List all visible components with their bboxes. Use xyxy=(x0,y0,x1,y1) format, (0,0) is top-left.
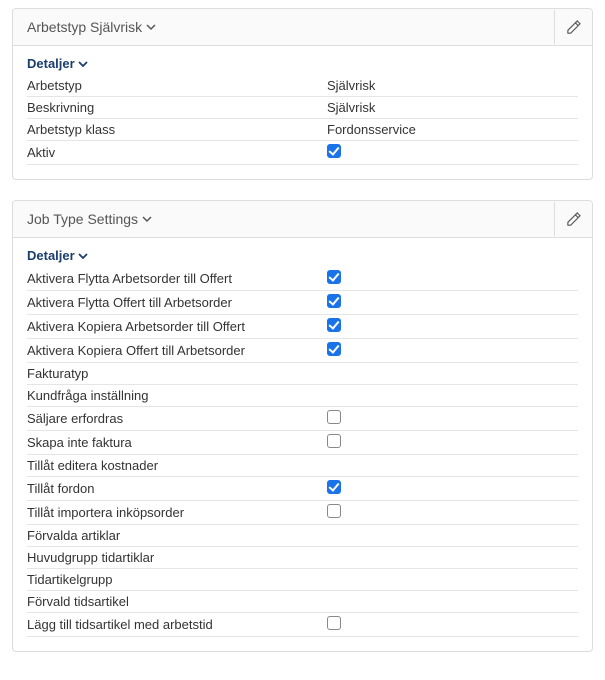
field-label: Aktiv xyxy=(27,145,327,160)
checkbox[interactable] xyxy=(327,434,341,448)
card-header: Arbetstyp Självrisk xyxy=(13,9,592,46)
checkbox[interactable] xyxy=(327,342,341,356)
field-value: Självrisk xyxy=(327,78,578,93)
field-value xyxy=(327,318,578,335)
field-row: Arbetstyp klassFordonsservice xyxy=(27,119,578,141)
field-label: Förvald tidsartikel xyxy=(27,594,327,609)
field-label: Skapa inte faktura xyxy=(27,435,327,450)
field-row: Förvalda artiklar xyxy=(27,525,578,547)
field-row: Tillåt importera inköpsorder xyxy=(27,501,578,525)
field-label: Tillåt fordon xyxy=(27,481,327,496)
field-row: Säljare erfordras xyxy=(27,407,578,431)
card-title: Arbetstyp Självrisk xyxy=(27,19,142,35)
field-value xyxy=(327,434,578,451)
checkbox[interactable] xyxy=(327,144,341,158)
field-row: Förvald tidsartikel xyxy=(27,591,578,613)
field-label: Aktivera Kopiera Offert till Arbetsorder xyxy=(27,343,327,358)
field-label: Tillåt importera inköpsorder xyxy=(27,505,327,520)
field-label: Fakturatyp xyxy=(27,366,327,381)
checkbox[interactable] xyxy=(327,294,341,308)
field-label: Lägg till tidsartikel med arbetstid xyxy=(27,617,327,632)
field-value xyxy=(327,616,578,633)
chevron-down-icon xyxy=(78,251,88,261)
field-row: Aktivera Flytta Offert till Arbetsorder xyxy=(27,291,578,315)
card-title-toggle[interactable]: Arbetstyp Självrisk xyxy=(27,19,156,35)
checkbox[interactable] xyxy=(327,480,341,494)
section-title: Detaljer xyxy=(27,56,75,71)
field-row: Skapa inte faktura xyxy=(27,431,578,455)
chevron-down-icon xyxy=(142,214,152,224)
field-value xyxy=(327,270,578,287)
field-label: Kundfråga inställning xyxy=(27,388,327,403)
chevron-down-icon xyxy=(146,22,156,32)
field-row: Lägg till tidsartikel med arbetstid xyxy=(27,613,578,637)
pencil-icon xyxy=(566,212,581,227)
checkbox[interactable] xyxy=(327,318,341,332)
checkbox[interactable] xyxy=(327,504,341,518)
field-value: Självrisk xyxy=(327,100,578,115)
field-value xyxy=(327,342,578,359)
field-value xyxy=(327,480,578,497)
field-label: Aktivera Flytta Offert till Arbetsorder xyxy=(27,295,327,310)
card-body: Detaljer ArbetstypSjälvriskBeskrivningSj… xyxy=(13,46,592,179)
field-row: Fakturatyp xyxy=(27,363,578,385)
field-label: Beskrivning xyxy=(27,100,327,115)
field-row: Tillåt fordon xyxy=(27,477,578,501)
pencil-icon xyxy=(566,20,581,35)
card-arbetstyp: Arbetstyp Självrisk Detaljer ArbetstypSj… xyxy=(12,8,593,180)
field-label: Arbetstyp klass xyxy=(27,122,327,137)
field-label: Aktivera Flytta Arbetsorder till Offert xyxy=(27,271,327,286)
card-job-type-settings: Job Type Settings Detaljer Aktivera Flyt… xyxy=(12,200,593,652)
field-row: Aktivera Kopiera Arbetsorder till Offert xyxy=(27,315,578,339)
edit-button[interactable] xyxy=(554,202,592,236)
field-value xyxy=(327,144,578,161)
field-label: Tidartikelgrupp xyxy=(27,572,327,587)
field-label: Tillåt editera kostnader xyxy=(27,458,327,473)
field-row: ArbetstypSjälvrisk xyxy=(27,75,578,97)
card-title: Job Type Settings xyxy=(27,211,138,227)
field-label: Huvudgrupp tidartiklar xyxy=(27,550,327,565)
checkbox[interactable] xyxy=(327,270,341,284)
card-body: Detaljer Aktivera Flytta Arbetsorder til… xyxy=(13,238,592,651)
card-title-toggle[interactable]: Job Type Settings xyxy=(27,211,152,227)
field-row: Aktiv xyxy=(27,141,578,165)
field-row: Tidartikelgrupp xyxy=(27,569,578,591)
field-value: Fordonsservice xyxy=(327,122,578,137)
section-toggle[interactable]: Detaljer xyxy=(27,56,578,71)
field-row: Tillåt editera kostnader xyxy=(27,455,578,477)
field-label: Arbetstyp xyxy=(27,78,327,93)
edit-button[interactable] xyxy=(554,10,592,44)
field-label: Säljare erfordras xyxy=(27,411,327,426)
field-value xyxy=(327,410,578,427)
section-title: Detaljer xyxy=(27,248,75,263)
field-row: BeskrivningSjälvrisk xyxy=(27,97,578,119)
field-row: Aktivera Kopiera Offert till Arbetsorder xyxy=(27,339,578,363)
field-label: Aktivera Kopiera Arbetsorder till Offert xyxy=(27,319,327,334)
checkbox[interactable] xyxy=(327,410,341,424)
field-row: Kundfråga inställning xyxy=(27,385,578,407)
card-header: Job Type Settings xyxy=(13,201,592,238)
section-toggle[interactable]: Detaljer xyxy=(27,248,578,263)
field-value xyxy=(327,504,578,521)
field-row: Aktivera Flytta Arbetsorder till Offert xyxy=(27,267,578,291)
field-value xyxy=(327,294,578,311)
field-row: Huvudgrupp tidartiklar xyxy=(27,547,578,569)
checkbox[interactable] xyxy=(327,616,341,630)
chevron-down-icon xyxy=(78,59,88,69)
